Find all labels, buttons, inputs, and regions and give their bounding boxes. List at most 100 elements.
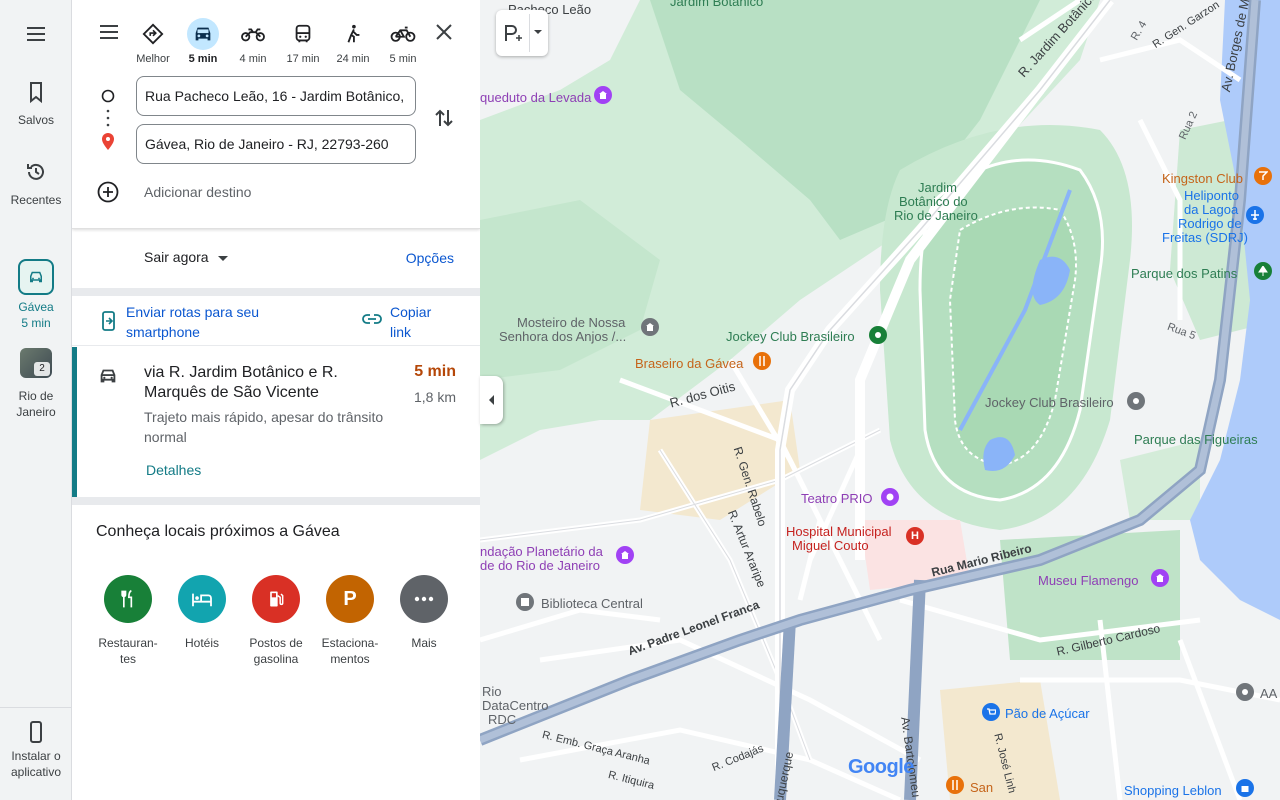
history-icon bbox=[27, 163, 44, 180]
route-title-line-2: Marquês de São Vicente bbox=[144, 384, 319, 401]
planetario-pin[interactable] bbox=[616, 546, 634, 564]
mode-walk-label: 24 min bbox=[336, 53, 370, 65]
destination-input[interactable] bbox=[145, 125, 407, 163]
category-more[interactable]: Mais bbox=[387, 575, 461, 651]
cat-line-1: Postos de bbox=[249, 636, 303, 650]
map-label-mosteiro-1: Mosteiro de Nossa bbox=[517, 315, 626, 330]
route-details-link[interactable]: Detalhes bbox=[146, 462, 201, 478]
category-hotels-circle bbox=[178, 575, 226, 623]
mosteiro-pin[interactable] bbox=[641, 318, 659, 336]
depart-now-dropdown[interactable]: Sair agora bbox=[144, 249, 229, 265]
cat-line-1: Estaciona- bbox=[321, 636, 379, 650]
mode-car[interactable]: 5 min bbox=[178, 18, 228, 65]
map-label-rio-dc-2: DataCentro bbox=[482, 698, 549, 713]
map-label-parque-figueiras: Parque das Figueiras bbox=[1134, 432, 1258, 447]
mode-walk[interactable]: 24 min bbox=[328, 18, 378, 65]
caret-down-icon[interactable] bbox=[534, 30, 542, 34]
museu-pin[interactable] bbox=[1151, 569, 1169, 587]
shopping-pin[interactable] bbox=[1236, 779, 1254, 797]
shopping-cart-icon bbox=[987, 708, 996, 715]
category-hotels[interactable]: Hotéis bbox=[165, 575, 239, 651]
menu-button[interactable] bbox=[0, 22, 72, 46]
copy-line-2: link bbox=[390, 324, 412, 340]
recent-route-thumb bbox=[18, 259, 54, 295]
parking-layer-control[interactable] bbox=[496, 10, 548, 56]
san-pin[interactable] bbox=[946, 776, 964, 794]
selected-route-bar bbox=[72, 347, 77, 497]
map-canvas[interactable]: Pacheco Leão Jardim Botânico queduto da … bbox=[480, 0, 1280, 800]
category-restaurants[interactable]: Restauran-tes bbox=[91, 575, 165, 667]
install-label-1: Instalar o bbox=[11, 749, 61, 763]
options-button[interactable]: Opções bbox=[406, 250, 454, 266]
recent-place-label-2: Janeiro bbox=[16, 405, 56, 419]
mode-car-label: 5 min bbox=[188, 53, 218, 65]
origin-input[interactable] bbox=[145, 77, 407, 115]
place-dot-icon bbox=[1242, 689, 1248, 695]
send-to-phone-link[interactable]: Enviar rotas para seu smartphone bbox=[126, 302, 306, 342]
pao-pin[interactable] bbox=[982, 703, 1000, 721]
destination-input-box[interactable] bbox=[136, 124, 416, 164]
cat-line-1: Restauran- bbox=[98, 636, 158, 650]
close-directions-button[interactable] bbox=[432, 20, 456, 49]
jockey-pin-2[interactable] bbox=[1127, 392, 1145, 410]
share-row: Enviar rotas para seu smartphone Copiar … bbox=[72, 296, 480, 346]
bike-icon bbox=[390, 26, 416, 42]
caret-down-icon bbox=[218, 255, 229, 261]
aa-pin[interactable] bbox=[1236, 683, 1254, 701]
category-restaurants-circle bbox=[104, 575, 152, 623]
depart-options-row: Sair agora Opções bbox=[72, 230, 480, 288]
map-label-jardim-botanico-top: Jardim Botânico bbox=[670, 0, 764, 9]
hospital-icon: H bbox=[911, 530, 919, 542]
saved-button[interactable]: Salvos bbox=[0, 80, 72, 128]
category-parking[interactable]: P Estaciona-mentos bbox=[313, 575, 387, 667]
link-icon bbox=[362, 314, 382, 324]
bar-icon bbox=[1259, 171, 1268, 180]
recent-place-rio[interactable]: 2 Rio de Janeiro bbox=[0, 348, 72, 420]
recents-button[interactable]: Recentes bbox=[0, 160, 72, 208]
section-divider bbox=[72, 288, 480, 296]
maps-app: Salvos Recentes Gávea 5 min 2 Rio de Jan… bbox=[0, 0, 1280, 800]
parque-patins-pin[interactable] bbox=[1254, 262, 1272, 280]
category-gas[interactable]: Postos de gasolina bbox=[239, 575, 313, 667]
route-title: via R. Jardim Botânico e R. Marquês de S… bbox=[144, 363, 394, 403]
aqueduto-pin[interactable] bbox=[594, 86, 612, 104]
add-destination-icon-button[interactable] bbox=[96, 180, 120, 209]
map-label-shopping: Shopping Leblon bbox=[1124, 783, 1222, 798]
map-label-mosteiro-2: Senhora dos Anjos /... bbox=[499, 329, 627, 344]
book-icon bbox=[521, 598, 529, 606]
map-label-teatro: Teatro PRIO bbox=[801, 491, 873, 506]
hamburger-icon bbox=[27, 27, 45, 41]
teatro-pin[interactable] bbox=[881, 488, 899, 506]
braseiro-pin[interactable] bbox=[753, 352, 771, 370]
collapse-panel-button[interactable] bbox=[480, 376, 503, 424]
hospital-pin[interactable]: H bbox=[906, 527, 924, 545]
mode-transit[interactable]: 17 min bbox=[278, 18, 328, 65]
jockey-pin-1[interactable] bbox=[869, 326, 887, 344]
kingston-pin[interactable] bbox=[1254, 167, 1272, 185]
origin-input-box[interactable] bbox=[136, 76, 416, 116]
recent-route-gavea[interactable]: Gávea 5 min bbox=[0, 259, 72, 331]
place-dot-icon bbox=[875, 332, 881, 338]
copy-link-button[interactable]: Copiar link bbox=[390, 302, 460, 342]
mode-motorcycle[interactable]: 4 min bbox=[228, 18, 278, 65]
place-dot-icon bbox=[1133, 398, 1139, 404]
gas-station-icon bbox=[270, 591, 284, 607]
route-option-card[interactable]: via R. Jardim Botânico e R. Marquês de S… bbox=[72, 347, 480, 497]
landmark-icon bbox=[621, 551, 629, 559]
map-label-hospital-1: Hospital Municipal bbox=[786, 524, 892, 539]
panel-menu-button[interactable] bbox=[97, 20, 121, 49]
biblioteca-pin[interactable] bbox=[516, 593, 534, 611]
swap-button[interactable] bbox=[432, 106, 456, 135]
mode-best[interactable]: Melhor bbox=[128, 18, 178, 65]
heliponto-pin[interactable] bbox=[1246, 206, 1264, 224]
add-destination-link[interactable]: Adicionar destino bbox=[144, 184, 251, 200]
shopping-bag-icon bbox=[1241, 786, 1249, 792]
mode-bike[interactable]: 5 min bbox=[378, 18, 428, 65]
map-label-heliponto-4: Freitas (SDRJ) bbox=[1162, 230, 1248, 245]
map-label-museu: Museu Flamengo bbox=[1038, 573, 1139, 588]
install-app-button[interactable]: Instalar o aplicativo bbox=[0, 720, 72, 780]
map-label-jardim-1: Jardim bbox=[918, 180, 958, 195]
route-title-line-1: via R. Jardim Botânico e R. bbox=[144, 364, 338, 381]
send-line-2: smartphone bbox=[126, 324, 200, 340]
recent-place-label-1: Rio de bbox=[18, 389, 54, 403]
